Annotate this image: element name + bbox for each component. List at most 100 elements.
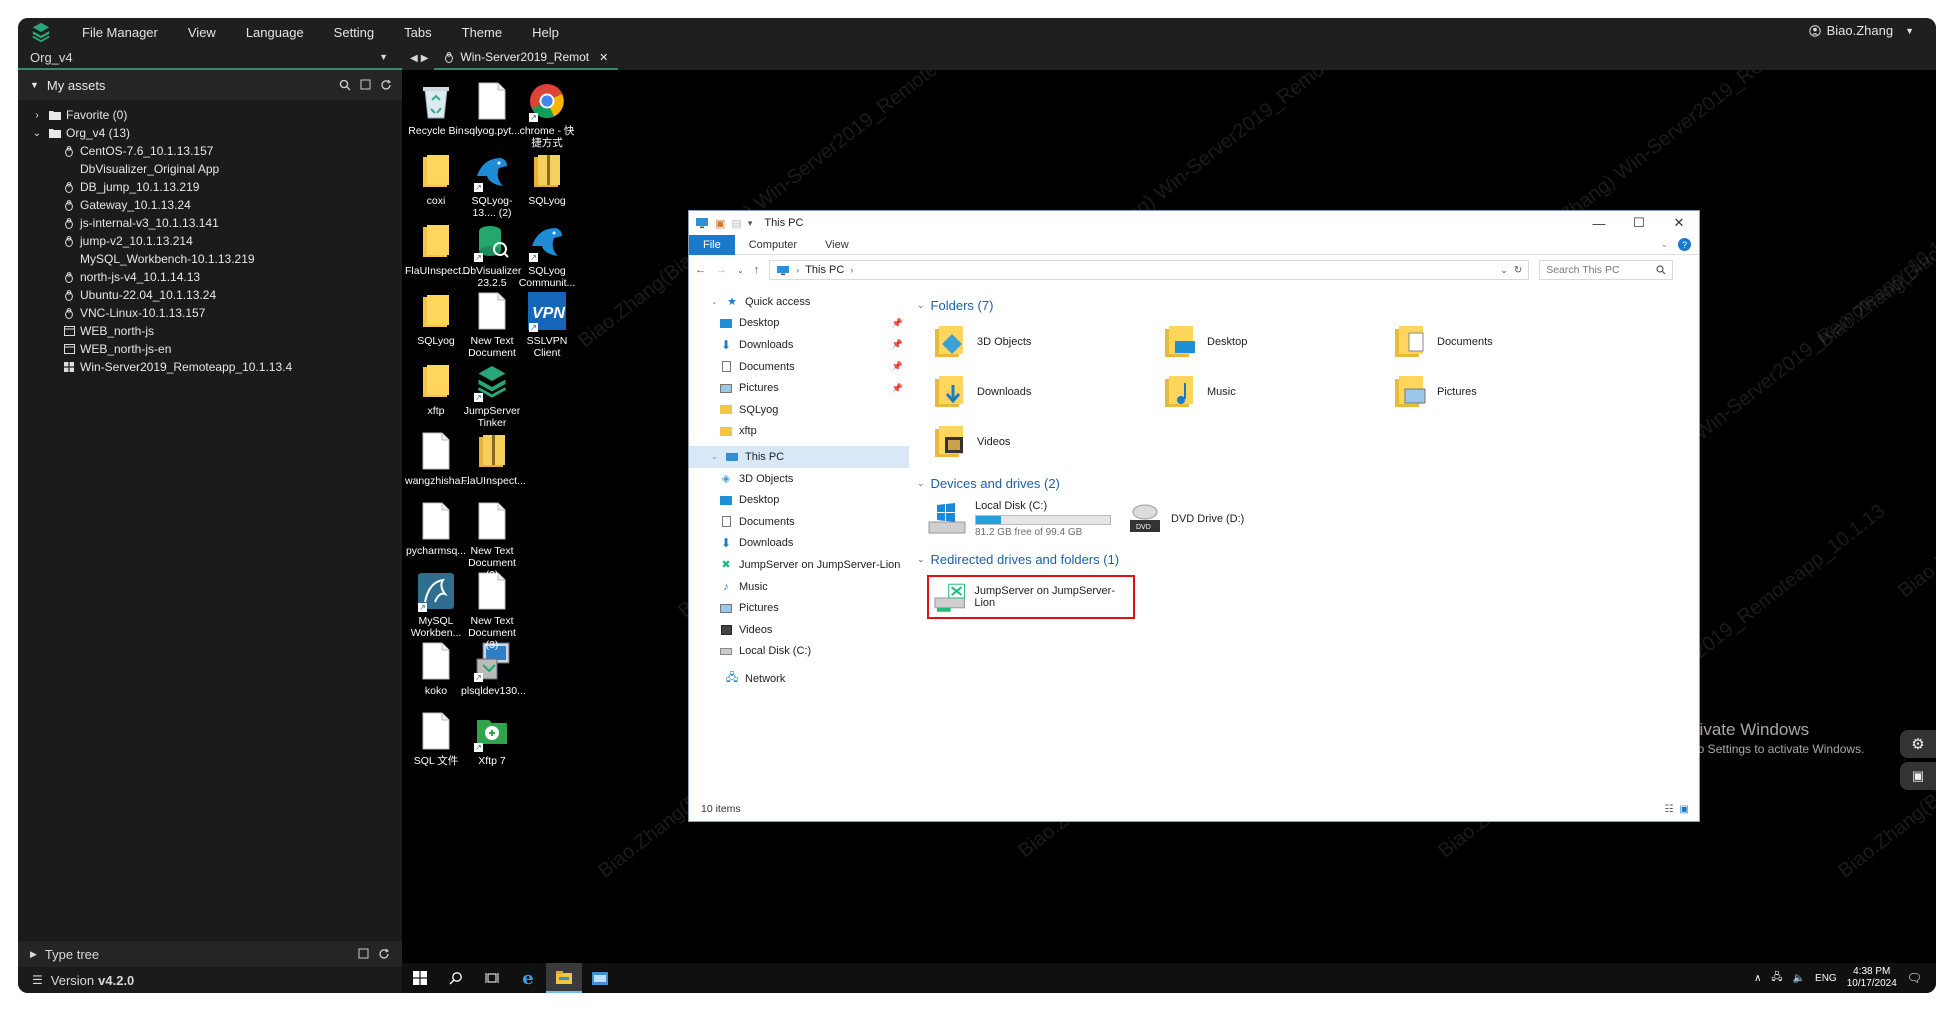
- folder-item[interactable]: Videos: [933, 421, 1163, 463]
- desktop-icon[interactable]: ↗ SQLyog-13.... (2): [461, 150, 523, 219]
- chat-float-button[interactable]: ▣: [1900, 762, 1936, 790]
- taskbar-ie-button[interactable]: e: [510, 963, 546, 993]
- desktop-icon[interactable]: ↗ JumpServer Tinker: [461, 360, 523, 429]
- up-icon[interactable]: ↑: [754, 264, 760, 276]
- tree-node-folder[interactable]: › Favorite (0): [18, 106, 402, 124]
- folder-item[interactable]: Pictures: [1393, 371, 1623, 413]
- desktop-icon[interactable]: ↗ MySQL Workben...: [405, 570, 467, 639]
- close-icon[interactable]: ✕: [599, 51, 608, 64]
- menu-setting[interactable]: Setting: [334, 25, 374, 40]
- close-button[interactable]: ✕: [1659, 212, 1699, 234]
- nav-item[interactable]: Desktop 📌: [689, 313, 909, 335]
- tree-node-asset[interactable]: MySQL_Workbench-10.1.13.219: [18, 250, 402, 268]
- desktop-icon[interactable]: ↗ chrome - 快捷方式: [516, 80, 578, 149]
- settings-float-button[interactable]: ⚙: [1900, 730, 1936, 758]
- desktop-icon[interactable]: FlaUInspect...: [405, 220, 470, 277]
- menu-file-manager[interactable]: File Manager: [82, 25, 158, 40]
- clock[interactable]: 4:38 PM 10/17/2024: [1847, 966, 1897, 990]
- volume-icon[interactable]: 🔈: [1793, 973, 1805, 984]
- start-button[interactable]: [402, 963, 438, 993]
- search-icon[interactable]: [339, 79, 351, 91]
- help-icon[interactable]: ?: [1678, 238, 1691, 251]
- desktop-icon[interactable]: FlaUInspect...: [461, 430, 526, 487]
- redirected-drive-item[interactable]: JumpServer on JumpServer-Lion: [927, 575, 1135, 619]
- tree-node-asset[interactable]: js-internal-v3_10.1.13.141: [18, 214, 402, 232]
- menu-help[interactable]: Help: [532, 25, 559, 40]
- desktop-icon[interactable]: koko: [405, 640, 467, 697]
- taskbar-search-button[interactable]: [438, 963, 474, 993]
- dropdown-icon[interactable]: ⌄: [1500, 265, 1508, 276]
- desktop-icon[interactable]: ↗ DbVisualizer 23.2.5: [461, 220, 523, 289]
- nav-item[interactable]: Pictures 📌: [689, 377, 909, 399]
- menu-view[interactable]: View: [188, 25, 216, 40]
- tree-node-asset[interactable]: WEB_north-js: [18, 322, 402, 340]
- desktop-icon[interactable]: SQL 文件: [405, 710, 467, 767]
- nav-item[interactable]: xftp: [689, 421, 909, 443]
- tree-node-asset[interactable]: CentOS-7.6_10.1.13.157: [18, 142, 402, 160]
- back-icon[interactable]: ←: [695, 264, 706, 276]
- redirected-group-header[interactable]: ⌄ Redirected drives and folders (1): [917, 549, 1699, 569]
- chevron-up-icon[interactable]: ∧: [1754, 973, 1761, 984]
- tree-node-asset[interactable]: north-js-v4_10.1.14.13: [18, 268, 402, 286]
- folder-item[interactable]: Music: [1163, 371, 1393, 413]
- expand-ribbon-icon[interactable]: ⌄: [1660, 239, 1668, 250]
- tree-node-folder[interactable]: ⌄ Org_v4 (13): [18, 124, 402, 142]
- tree-node-asset[interactable]: Ubuntu-22.04_10.1.13.24: [18, 286, 402, 304]
- folder-item[interactable]: Documents: [1393, 321, 1623, 363]
- ribbon-tab-view[interactable]: View: [811, 235, 863, 255]
- network-icon[interactable]: 🖧: [1771, 970, 1782, 987]
- pin-icon[interactable]: 📌: [892, 318, 903, 329]
- pin-icon[interactable]: 📌: [892, 339, 903, 350]
- desktop-icon[interactable]: SQLyog: [516, 150, 578, 207]
- folder-item[interactable]: Downloads: [933, 371, 1163, 413]
- folder-item[interactable]: 3D Objects: [933, 321, 1163, 363]
- desktop-icon[interactable]: VPN ↗ SSLVPN Client: [516, 290, 578, 359]
- address-bar[interactable]: › This PC › ⌄ ↻: [769, 260, 1530, 280]
- nav-item[interactable]: Videos: [689, 619, 909, 641]
- maximize-button[interactable]: ☐: [1619, 212, 1659, 234]
- pin-icon[interactable]: 📌: [892, 383, 903, 394]
- desktop-icon[interactable]: SQLyog: [405, 290, 467, 347]
- tab-next-icon[interactable]: ▶: [421, 53, 429, 64]
- refresh-icon[interactable]: [378, 948, 390, 960]
- refresh-icon[interactable]: [380, 79, 392, 91]
- chevron-icon[interactable]: ⌄: [711, 297, 719, 306]
- customize-icon[interactable]: ▾: [748, 218, 753, 229]
- taskbar-explorer-button[interactable]: [546, 963, 582, 993]
- tree-node-asset[interactable]: VNC-Linux-10.1.13.157: [18, 304, 402, 322]
- pin-icon[interactable]: 📌: [892, 361, 903, 372]
- ribbon-tab-computer[interactable]: Computer: [735, 235, 811, 255]
- tree-node-asset[interactable]: DB_jump_10.1.13.219: [18, 178, 402, 196]
- chevron-icon[interactable]: ⌄: [711, 452, 719, 461]
- caret-right-icon[interactable]: ›: [30, 110, 44, 121]
- search-box[interactable]: Search This PC: [1539, 260, 1674, 280]
- nav-item[interactable]: ⬇ Downloads: [689, 533, 909, 555]
- nav-item[interactable]: Desktop: [689, 489, 909, 511]
- nav-item[interactable]: ◈ 3D Objects: [689, 468, 909, 490]
- nav-item[interactable]: Local Disk (C:): [689, 641, 909, 663]
- desktop-icon[interactable]: New Text Document (2): [461, 500, 523, 581]
- menu-theme[interactable]: Theme: [462, 25, 502, 40]
- caret-down-icon[interactable]: ⌄: [30, 128, 44, 139]
- explorer-window[interactable]: ▣ ▤ ▾ This PC — ☐ ✕ File Computer View ⌄…: [688, 210, 1700, 822]
- nav-item[interactable]: ⌄ This PC: [689, 446, 909, 468]
- desktop-icon[interactable]: ↗ Xftp 7: [461, 710, 523, 767]
- nav-item[interactable]: ⬇ Downloads 📌: [689, 334, 909, 356]
- collapse-icon[interactable]: [360, 79, 371, 90]
- language-indicator[interactable]: ENG: [1815, 973, 1837, 984]
- desktop-icon[interactable]: ↗ SQLyog Communit...: [516, 220, 578, 289]
- desktop-icon[interactable]: New Text Document: [461, 290, 523, 359]
- nav-item[interactable]: 🖧 Network: [689, 668, 909, 690]
- collapse-icon[interactable]: [358, 948, 369, 959]
- desktop-icon[interactable]: sqlyog.pyt...: [461, 80, 523, 137]
- ribbon-tab-file[interactable]: File: [689, 234, 735, 255]
- quick-save-icon[interactable]: ▣: [715, 217, 725, 230]
- nav-item[interactable]: ♪ Music: [689, 576, 909, 598]
- desktop-icon[interactable]: Recycle Bin: [405, 80, 467, 137]
- large-icons-view-icon[interactable]: ▣: [1680, 804, 1689, 815]
- org-selector[interactable]: Org_v4 ▼: [18, 46, 402, 70]
- type-tree-header[interactable]: ▶ Type tree: [18, 941, 402, 967]
- menu-language[interactable]: Language: [246, 25, 304, 40]
- details-view-icon[interactable]: ☷: [1665, 804, 1674, 815]
- desktop-icon[interactable]: wangzhisha...: [405, 430, 469, 487]
